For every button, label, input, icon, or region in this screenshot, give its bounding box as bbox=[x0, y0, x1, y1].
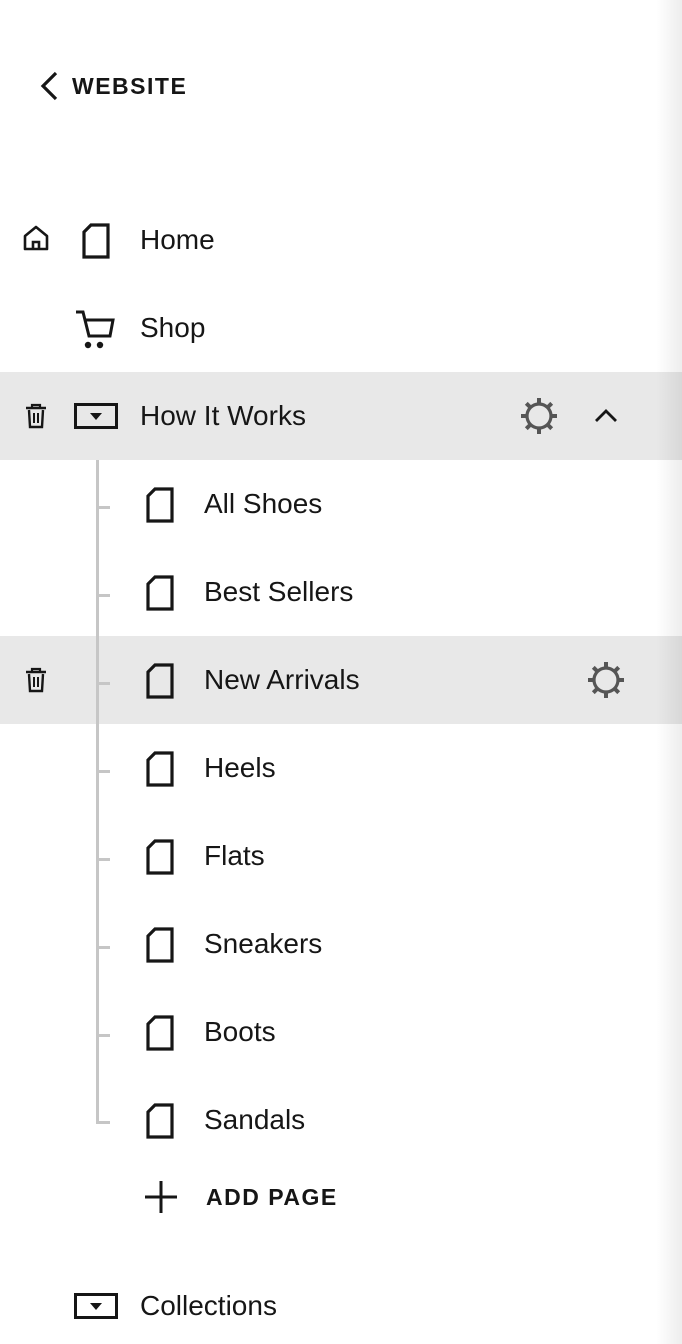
home-icon bbox=[23, 225, 49, 251]
subpage-item-label: Best Sellers bbox=[204, 576, 354, 607]
back-to-website-button[interactable]: WEBSITE bbox=[38, 66, 187, 106]
subpage-item-boots[interactable]: Boots bbox=[0, 988, 682, 1076]
back-label: WEBSITE bbox=[72, 72, 188, 99]
tree-tick bbox=[98, 682, 110, 685]
folder-icon bbox=[74, 1293, 118, 1319]
trash-icon[interactable] bbox=[24, 667, 48, 693]
trash-icon[interactable] bbox=[24, 403, 48, 429]
page-icon bbox=[82, 223, 110, 259]
page-icon bbox=[146, 927, 174, 963]
subpage-item-label: All Shoes bbox=[204, 488, 323, 519]
subpage-item-label: New Arrivals bbox=[204, 664, 360, 695]
subpage-item-flats[interactable]: Flats bbox=[0, 812, 682, 900]
add-page-label: ADD PAGE bbox=[206, 1183, 338, 1210]
plus-icon bbox=[145, 1181, 177, 1213]
page-icon bbox=[146, 575, 174, 611]
subpage-item-label: Heels bbox=[204, 752, 276, 783]
subpage-item-all-shoes[interactable]: All Shoes bbox=[0, 460, 682, 548]
page-item-label: Shop bbox=[140, 312, 206, 343]
folder-icon bbox=[74, 403, 118, 429]
page-item-shop[interactable]: Shop bbox=[0, 284, 682, 372]
page-item-label: Home bbox=[140, 224, 215, 255]
subpage-item-new-arrivals[interactable]: New Arrivals bbox=[0, 636, 682, 724]
subpage-item-label: Boots bbox=[204, 1016, 276, 1047]
page-icon bbox=[146, 1015, 174, 1051]
page-icon bbox=[146, 487, 174, 523]
pages-panel: WEBSITE Home Shop How It Works All Shoes… bbox=[0, 0, 682, 1344]
folder-item-label: How It Works bbox=[140, 400, 306, 431]
subpage-item-label: Sneakers bbox=[204, 928, 323, 959]
page-icon bbox=[146, 1103, 174, 1139]
subpage-item-label: Flats bbox=[204, 840, 265, 871]
folder-item-collections[interactable]: Collections bbox=[0, 1262, 682, 1344]
page-icon bbox=[146, 663, 174, 699]
subpage-item-best-sellers[interactable]: Best Sellers bbox=[0, 548, 682, 636]
gear-icon[interactable] bbox=[587, 661, 625, 699]
tree-guide-line bbox=[96, 636, 99, 724]
subpage-item-sneakers[interactable]: Sneakers bbox=[0, 900, 682, 988]
subpage-item-heels[interactable]: Heels bbox=[0, 724, 682, 812]
folder-item-label: Collections bbox=[140, 1290, 277, 1321]
page-icon bbox=[146, 751, 174, 787]
chevron-left-icon bbox=[40, 71, 58, 101]
page-item-home[interactable]: Home bbox=[0, 196, 682, 284]
page-icon bbox=[146, 839, 174, 875]
subpage-item-sandals[interactable]: Sandals bbox=[0, 1076, 682, 1164]
subpage-item-label: Sandals bbox=[204, 1104, 306, 1135]
add-page-button[interactable]: ADD PAGE bbox=[144, 1174, 338, 1220]
cart-icon bbox=[76, 310, 115, 349]
gear-icon[interactable] bbox=[520, 397, 558, 435]
chevron-up-icon[interactable] bbox=[593, 406, 619, 424]
folder-item-how-it-works[interactable]: How It Works bbox=[0, 372, 682, 460]
